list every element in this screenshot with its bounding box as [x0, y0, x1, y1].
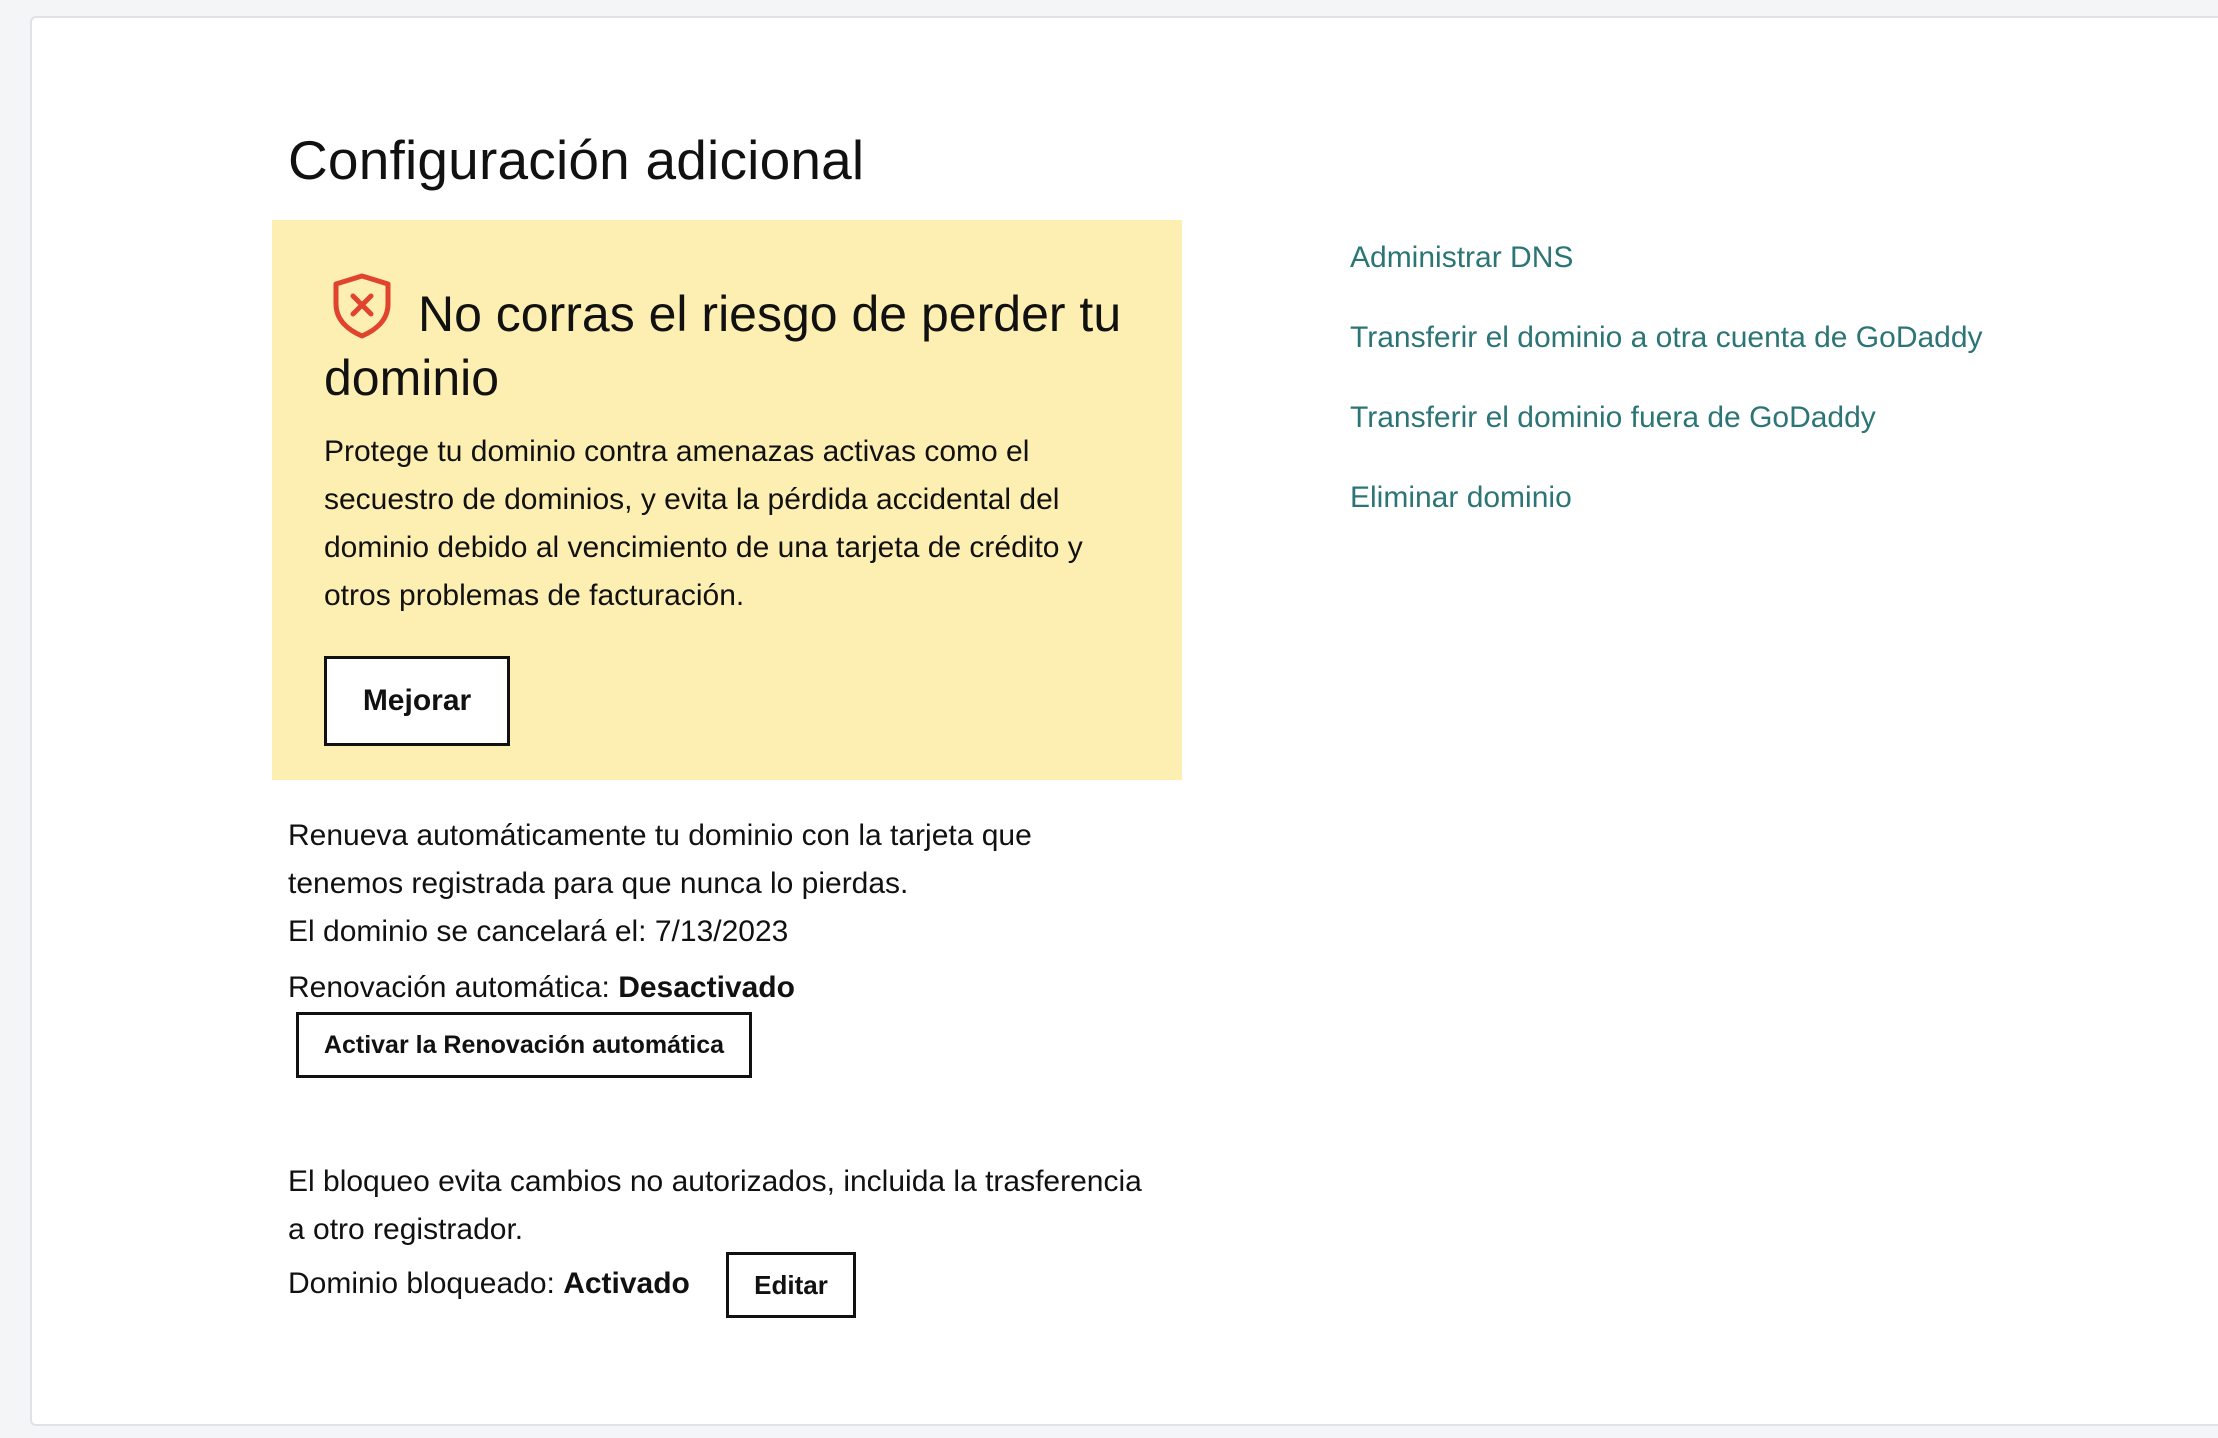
upgrade-button[interactable]: Mejorar — [324, 656, 510, 746]
promo-title: No corras el riesgo de perder tu dominio — [324, 286, 1122, 406]
link-manage-dns[interactable]: Administrar DNS — [1350, 234, 1983, 314]
domain-lock-description: El bloqueo evita cambios no autorizados,… — [288, 1165, 1142, 1246]
page-title: Configuración adicional — [288, 129, 865, 191]
auto-renew-status-value: Desactivado — [618, 971, 795, 1004]
domain-lock-status-value: Activado — [563, 1267, 690, 1300]
domain-lock-status: Dominio bloqueado: Activado — [288, 1260, 690, 1308]
auto-renew-description: Renueva automáticamente tu dominio con l… — [288, 819, 1032, 900]
cancel-date-value: 7/13/2023 — [654, 915, 789, 948]
domain-lock-status-label: Dominio bloqueado: — [288, 1267, 564, 1300]
auto-renew-status-label: Renovación automática: — [288, 971, 619, 1004]
cancel-date-row: El dominio se cancelará el: 7/13/2023 — [288, 908, 1148, 956]
enable-auto-renew-button[interactable]: Activar la Renovación automática — [296, 1012, 752, 1078]
domain-protection-promo: No corras el riesgo de perder tu dominio… — [272, 220, 1182, 780]
domain-actions-list: Administrar DNS Transferir el dominio a … — [1350, 234, 1983, 554]
link-delete-domain[interactable]: Eliminar dominio — [1350, 474, 1983, 554]
edit-domain-lock-button[interactable]: Editar — [726, 1252, 856, 1318]
additional-settings-card: Configuración adicional No corras el rie… — [30, 16, 2218, 1426]
promo-description: Protege tu dominio contra amenazas activ… — [324, 435, 1083, 612]
cancel-date-label: El dominio se cancelará el: — [288, 915, 655, 948]
auto-renew-status: Renovación automática: Desactivado — [288, 964, 1148, 1012]
link-transfer-out[interactable]: Transferir el dominio fuera de GoDaddy — [1350, 394, 1983, 474]
link-transfer-to-another-account[interactable]: Transferir el dominio a otra cuenta de G… — [1350, 314, 1983, 394]
